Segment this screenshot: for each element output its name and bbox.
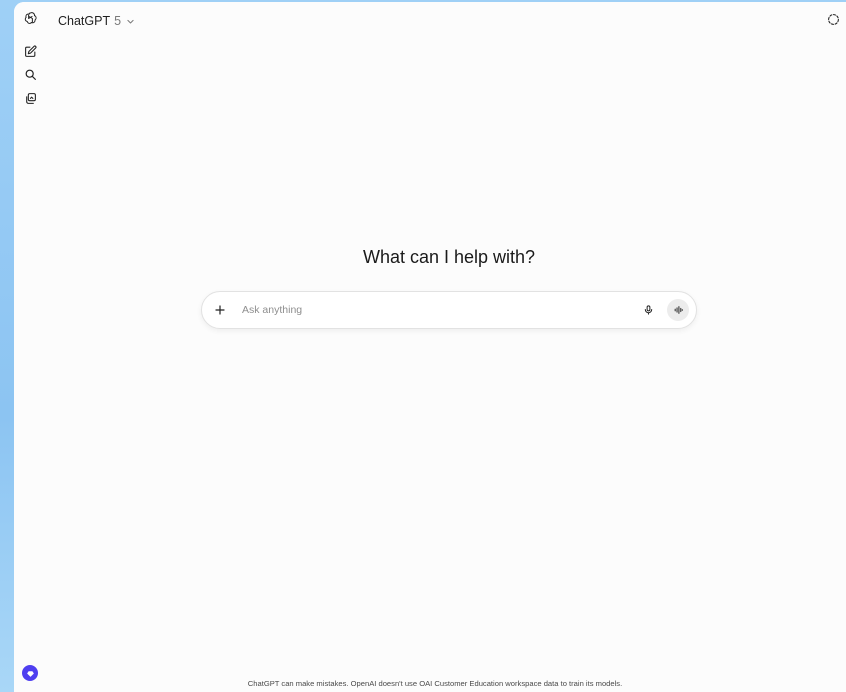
page-headline: What can I help with? [14, 247, 846, 268]
prompt-input[interactable] [240, 303, 639, 317]
add-attachment-button[interactable] [212, 302, 228, 318]
voice-mode-button[interactable] [667, 299, 689, 321]
microphone-button[interactable] [639, 301, 657, 319]
library-icon[interactable] [21, 89, 39, 107]
search-icon[interactable] [21, 65, 39, 83]
headline-text: What can I help with? [362, 247, 536, 267]
sidebar-rail [14, 2, 46, 692]
model-name: ChatGPT [58, 14, 111, 28]
model-version: 5 [114, 14, 122, 28]
openai-logo-icon[interactable] [21, 9, 39, 27]
new-chat-icon[interactable] [21, 42, 39, 60]
chevron-down-icon [126, 17, 135, 26]
temporary-chat-icon[interactable] [825, 11, 841, 27]
composer [201, 291, 697, 329]
disclaimer-footer: ChatGPT can make mistakes. OpenAI doesn'… [14, 679, 846, 688]
disclaimer-text: ChatGPT can make mistakes. OpenAI doesn'… [247, 679, 623, 688]
model-selector[interactable]: ChatGPT 5 [58, 11, 135, 31]
chatgpt-window: ChatGPT 5 What can I help with? Ask anyt… [14, 2, 846, 692]
